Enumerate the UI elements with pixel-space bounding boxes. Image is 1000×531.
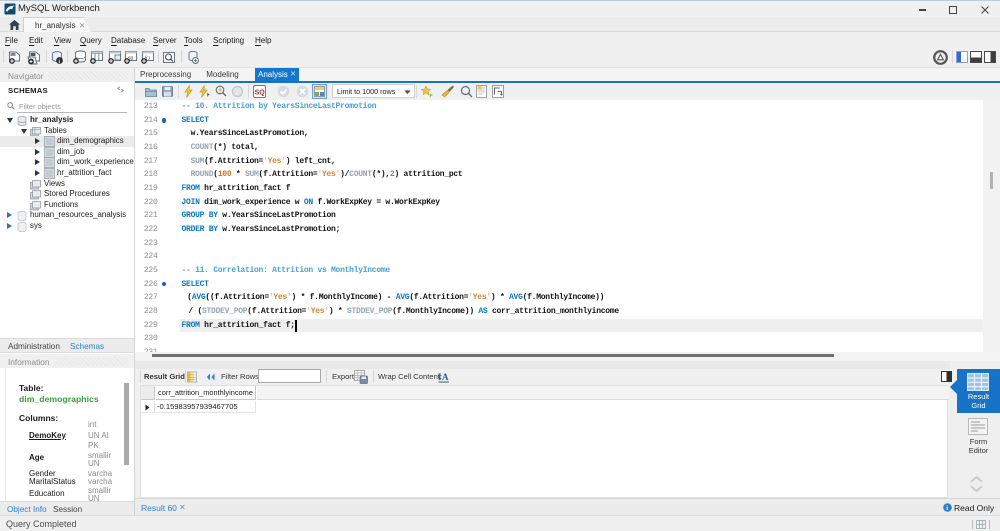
svg-text:SQL: SQL	[11, 53, 18, 57]
svg-text:SQ: SQ	[255, 90, 266, 97]
svg-text:A: A	[442, 372, 449, 382]
svg-text:i: i	[946, 505, 948, 512]
